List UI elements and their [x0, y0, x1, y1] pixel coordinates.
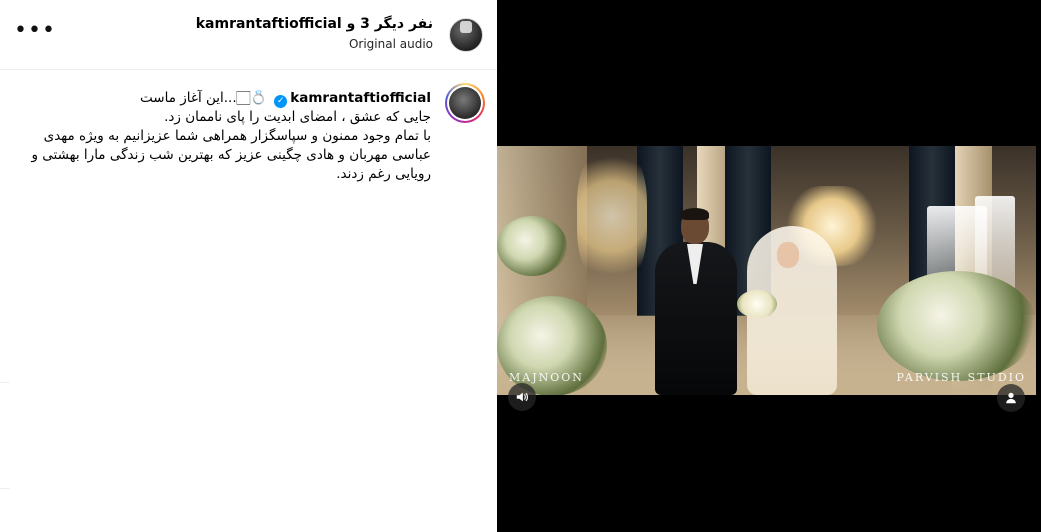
groom-figure — [645, 208, 747, 395]
avatar-image — [460, 21, 472, 33]
caption-avatar-story-ring[interactable] — [445, 83, 485, 123]
caption-line: با تمام وجود ممنون و سپاسگزار همراهی شما… — [43, 128, 431, 144]
avatar-inner — [447, 85, 483, 121]
caption-line: رویایی رغم زدند. — [336, 166, 431, 182]
groom-hair — [681, 208, 709, 220]
flower-arrangement — [877, 271, 1036, 381]
watermark-right: PARVISH STUDIO — [896, 371, 1026, 384]
user-tag-icon — [1006, 392, 1016, 404]
chandelier — [577, 146, 647, 286]
post-caption: kamrantaftiofficial✓ 💍🏻...این آغاز ماست … — [11, 89, 431, 184]
speaker-icon — [516, 392, 528, 402]
post-author-title[interactable]: نفر دیگر 3 و kamrantaftiofficial — [196, 16, 433, 32]
post-header-text: نفر دیگر 3 و kamrantaftiofficial Origina… — [196, 16, 433, 51]
divider — [0, 488, 10, 489]
bride-face — [777, 242, 799, 268]
caption-line: عباسی مهربان و هادی چگینی عزیز که بهترین… — [31, 147, 431, 163]
caption-first-line: kamrantaftiofficial✓ 💍🏻...این آغاز ماست — [11, 89, 431, 108]
tagged-people-button[interactable] — [997, 384, 1025, 412]
more-options-button[interactable]: ••• — [14, 20, 55, 44]
post-info-panel: ••• نفر دیگر 3 و kamrantaftiofficial Ori… — [0, 0, 497, 532]
video-player[interactable]: MAJNOON PARVISH STUDIO — [497, 0, 1041, 532]
video-frame[interactable]: MAJNOON PARVISH STUDIO — [497, 146, 1036, 395]
author-avatar[interactable] — [449, 18, 483, 52]
caption-username[interactable]: kamrantaftiofficial — [290, 90, 431, 106]
post-header: ••• نفر دیگر 3 و kamrantaftiofficial Ori… — [0, 0, 497, 70]
caption-line: جایی که عشق ، امضای ابدیت را پای ناممان … — [164, 109, 431, 125]
mute-button[interactable] — [508, 383, 536, 411]
divider — [0, 382, 10, 383]
caption-avatar-photo — [449, 87, 481, 119]
bride-figure — [733, 226, 845, 395]
verified-badge-icon: ✓ — [274, 95, 288, 108]
bride-bouquet — [737, 290, 777, 318]
audio-link[interactable]: Original audio — [196, 37, 433, 51]
flower-arrangement — [497, 216, 567, 276]
caption-first-line-text: 💍🏻...این آغاز ماست — [140, 90, 267, 106]
